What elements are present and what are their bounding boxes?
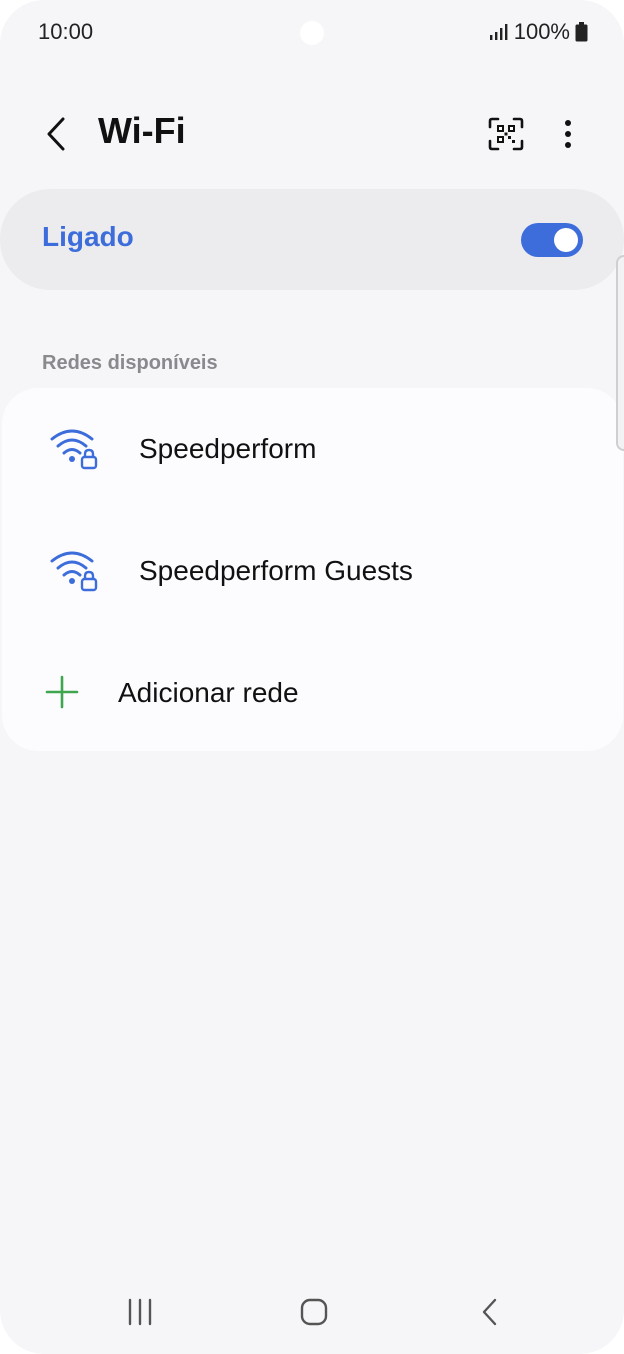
more-vertical-icon bbox=[565, 120, 571, 148]
wifi-locked-icon bbox=[50, 551, 98, 592]
network-item-speedperform[interactable]: Speedperform bbox=[2, 388, 623, 508]
toggle-knob bbox=[554, 228, 578, 252]
wifi-toggle-row[interactable]: Ligado bbox=[0, 189, 624, 290]
battery-percentage: 100% bbox=[513, 19, 570, 44]
page-title: Wi-Fi bbox=[98, 110, 186, 151]
wifi-toggle-label: Ligado bbox=[42, 221, 134, 252]
add-network-label: Adicionar rede bbox=[118, 677, 299, 708]
recents-button[interactable] bbox=[118, 1292, 162, 1332]
scrollbar-handle[interactable] bbox=[616, 255, 624, 451]
qr-scan-button[interactable] bbox=[484, 114, 528, 154]
home-icon bbox=[300, 1298, 328, 1326]
networks-list: Speedperform Speedperform Guests Adicion… bbox=[2, 388, 623, 751]
screen: 10:00 100% Wi-Fi Ligado Redes disponívei… bbox=[0, 0, 624, 1354]
camera-cutout bbox=[300, 21, 324, 45]
chevron-left-icon bbox=[47, 117, 65, 151]
add-network-button[interactable]: Adicionar rede bbox=[2, 632, 623, 752]
qr-scan-icon bbox=[488, 117, 524, 151]
wifi-toggle-switch[interactable] bbox=[521, 223, 583, 257]
home-button[interactable] bbox=[292, 1292, 336, 1332]
network-item-speedperform-guests[interactable]: Speedperform Guests bbox=[2, 510, 623, 630]
back-button[interactable] bbox=[36, 112, 76, 156]
network-name: Speedperform Guests bbox=[139, 555, 413, 586]
recents-icon bbox=[128, 1298, 152, 1326]
plus-icon bbox=[45, 675, 79, 709]
signal-icon bbox=[489, 24, 508, 40]
more-options-button[interactable] bbox=[552, 112, 584, 156]
available-networks-header: Redes disponíveis bbox=[42, 352, 218, 374]
status-time: 10:00 bbox=[38, 19, 94, 44]
battery-icon bbox=[575, 22, 588, 42]
status-indicators: 100% bbox=[489, 19, 588, 45]
back-icon bbox=[482, 1298, 497, 1326]
wifi-locked-icon bbox=[50, 429, 98, 470]
network-name: Speedperform bbox=[139, 433, 317, 464]
nav-back-button[interactable] bbox=[468, 1292, 512, 1332]
